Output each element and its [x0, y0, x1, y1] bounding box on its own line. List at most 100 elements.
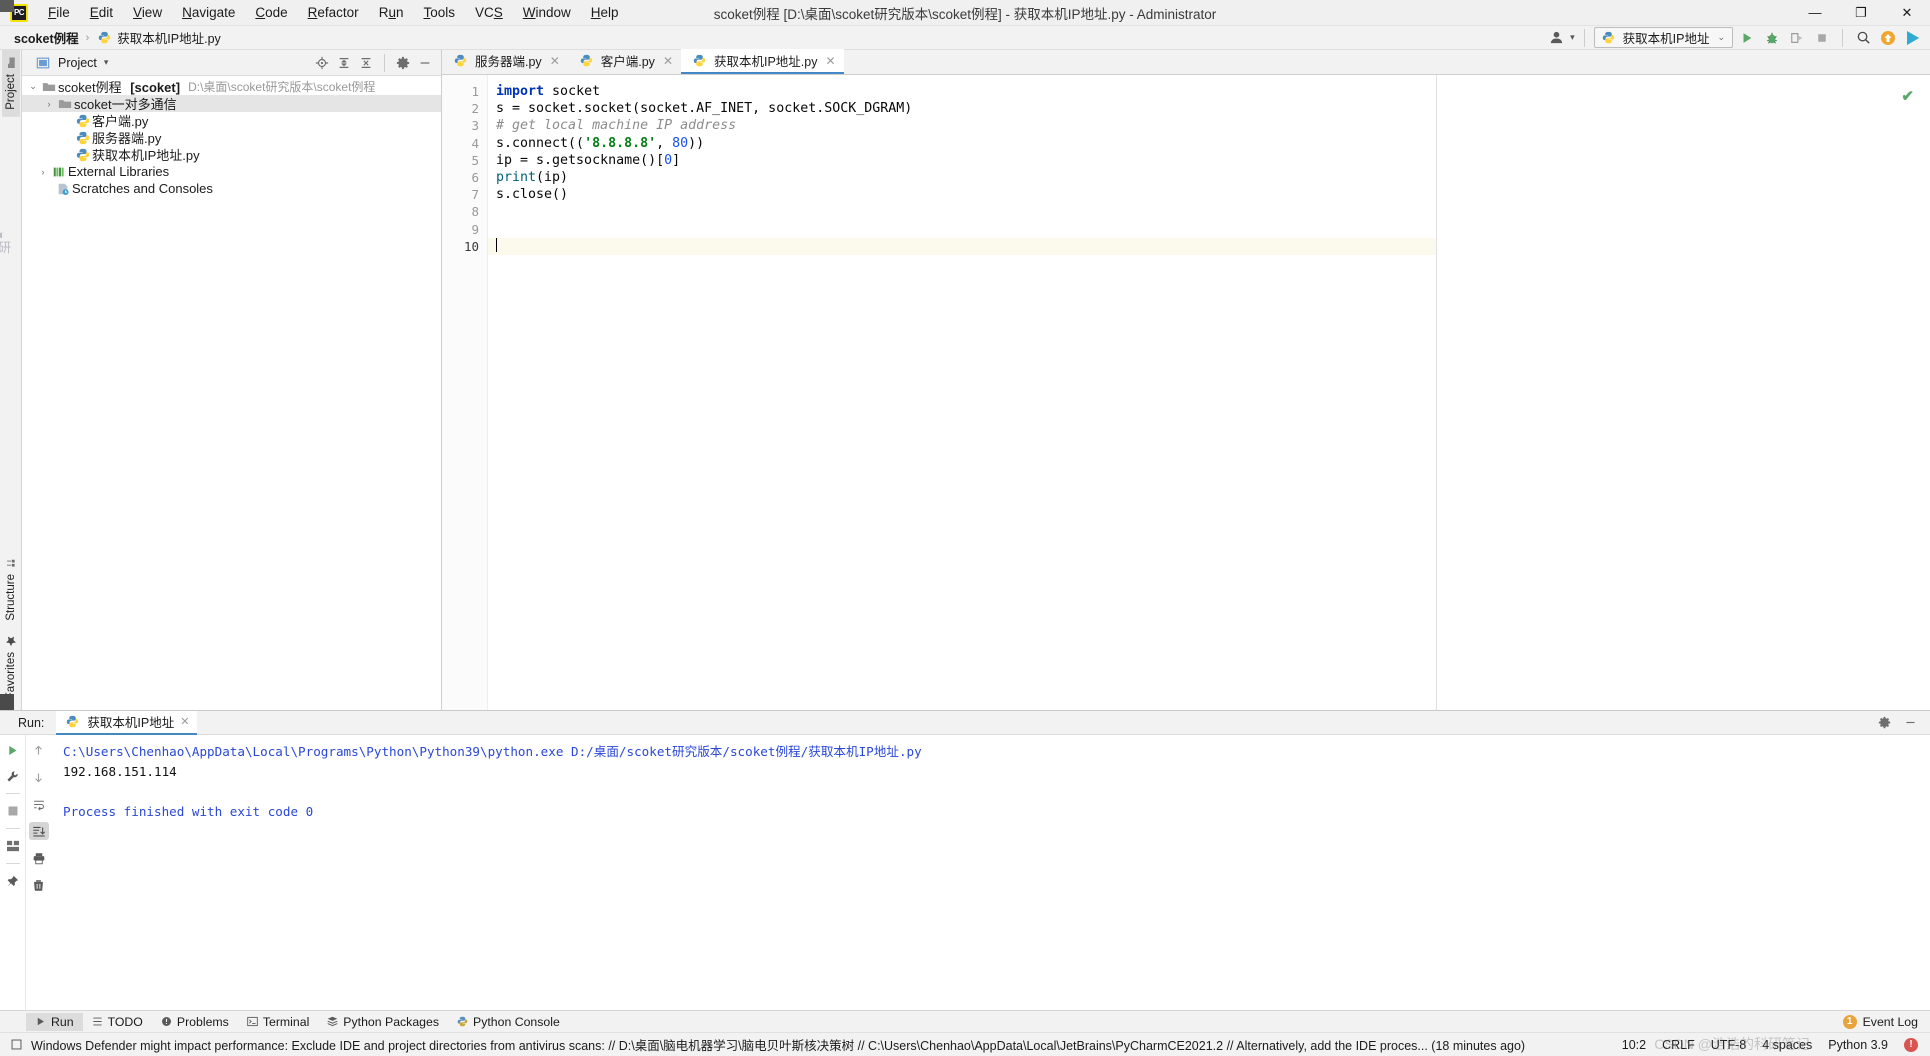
close-icon[interactable]: ✕ [550, 54, 560, 68]
menu-vcs[interactable]: VCS [465, 2, 513, 23]
file-encoding[interactable]: UTF-8 [1711, 1038, 1746, 1052]
account-caret-icon[interactable]: ▾ [1570, 32, 1575, 43]
debug-button[interactable] [1761, 27, 1783, 49]
code-line[interactable]: s = socket.socket(socket.AF_INET, socket… [488, 100, 1436, 117]
up-arrow-icon[interactable] [29, 741, 49, 759]
python-interpreter[interactable]: Python 3.9 [1828, 1038, 1888, 1052]
minimize-button[interactable]: — [1792, 0, 1838, 26]
gear-icon[interactable] [393, 53, 413, 73]
expand-arrow-icon[interactable]: › [42, 99, 56, 109]
editor-tab-server[interactable]: 服务器端.py ✕ [442, 49, 568, 74]
editor-tab-getip[interactable]: 获取本机IP地址.py ✕ [681, 49, 844, 74]
hide-panel-icon[interactable] [1900, 713, 1920, 733]
code-line[interactable] [488, 221, 1436, 238]
code-line[interactable]: s.connect(('8.8.8.8', 80)) [488, 135, 1436, 152]
tree-row[interactable]: 客户端.py [22, 112, 441, 129]
account-icon[interactable] [1545, 27, 1567, 49]
bottom-tab-run[interactable]: Run [26, 1012, 83, 1031]
code-editor[interactable]: import socket s = socket.socket(socket.AF… [488, 75, 1436, 710]
code-line[interactable] [488, 237, 1436, 255]
maximize-button[interactable]: ❐ [1838, 0, 1884, 26]
run-console-output[interactable]: C:\Users\Chenhao\AppData\Local\Programs\… [51, 735, 1930, 1010]
expand-all-icon[interactable] [334, 53, 354, 73]
menu-help[interactable]: Help [581, 2, 629, 23]
line-separator[interactable]: CRLF [1662, 1038, 1695, 1052]
bottom-tab-python-console[interactable]: Python Console [448, 1013, 569, 1031]
breadcrumb-file[interactable]: 获取本机IP地址.py [117, 28, 221, 47]
soft-wrap-icon[interactable] [29, 795, 49, 813]
trash-icon[interactable] [29, 876, 49, 894]
rerun-icon[interactable] [3, 741, 23, 759]
project-caret-icon[interactable]: ▾ [104, 57, 109, 68]
tree-row[interactable]: 服务器端.py [22, 129, 441, 146]
menu-window[interactable]: Window [513, 2, 581, 23]
bottom-tab-todo[interactable]: TODO [83, 1013, 152, 1031]
expand-arrow-icon[interactable]: › [36, 167, 50, 177]
code-line[interactable]: print(ip) [488, 169, 1436, 186]
run-button[interactable] [1736, 27, 1758, 49]
sidebar-item-structure[interactable]: Structure [2, 551, 20, 628]
search-icon[interactable] [1852, 27, 1874, 49]
indent-setting[interactable]: 4 spaces [1762, 1038, 1812, 1052]
breadcrumb-project[interactable]: scoket例程 [14, 28, 79, 47]
caret-position[interactable]: 10:2 [1622, 1038, 1646, 1052]
gear-icon[interactable] [1874, 713, 1894, 733]
main-body: Project ◐ 研 Structure Favorites Project … [0, 49, 1930, 710]
layout-icon[interactable] [3, 837, 23, 855]
tree-row[interactable]: Scratches and Consoles [22, 180, 441, 197]
project-panel-title-group[interactable]: Project ▾ [34, 56, 108, 70]
scroll-to-end-icon[interactable] [28, 822, 49, 840]
collapse-all-icon[interactable] [356, 53, 376, 73]
code-line[interactable]: s.close() [488, 186, 1436, 203]
close-icon[interactable]: ✕ [180, 715, 189, 728]
tree-row[interactable]: ⌄ scoket例程 [scoket] D:\桌面\scoket研究版本\sco… [22, 78, 441, 95]
locate-file-icon[interactable] [312, 53, 332, 73]
menu-edit[interactable]: Edit [80, 2, 123, 23]
down-arrow-icon[interactable] [29, 768, 49, 786]
bottom-tab-problems[interactable]: Problems [152, 1013, 238, 1031]
menu-file[interactable]: File [38, 2, 80, 23]
close-icon[interactable]: ✕ [826, 54, 836, 68]
inspection-ok-icon[interactable]: ✔ [1901, 87, 1914, 105]
menu-tools[interactable]: Tools [413, 2, 465, 23]
stop-button[interactable] [1811, 27, 1833, 49]
play-colored-icon[interactable] [1902, 27, 1924, 49]
pin-icon[interactable] [3, 872, 23, 890]
menu-code[interactable]: Code [245, 2, 297, 23]
code-line[interactable]: import socket [488, 83, 1436, 100]
title-bar: PC File Edit View Navigate Code Refactor… [0, 0, 1930, 26]
bottom-tab-python-packages[interactable]: Python Packages [318, 1013, 448, 1031]
python-file-icon [452, 54, 469, 67]
sidebar-item-project[interactable]: Project [1, 50, 20, 117]
close-button[interactable]: ✕ [1884, 0, 1930, 26]
expand-arrow-icon[interactable]: ⌄ [26, 81, 40, 92]
code-line[interactable]: # get local machine IP address [488, 117, 1436, 134]
event-log-group[interactable]: 1 Event Log [1842, 1014, 1930, 1029]
menu-navigate[interactable]: Navigate [172, 2, 245, 23]
menu-refactor[interactable]: Refactor [298, 2, 369, 23]
update-project-icon[interactable] [1877, 27, 1899, 49]
hide-panel-icon[interactable] [415, 53, 435, 73]
tree-row[interactable]: › External Libraries [22, 163, 441, 180]
chevron-down-icon[interactable]: ⌄ [1717, 32, 1725, 43]
run-panel-tab[interactable]: 获取本机IP地址 ✕ [56, 710, 198, 735]
run-configuration-selector[interactable]: 获取本机IP地址 ⌄ [1593, 27, 1733, 48]
stop-icon[interactable] [3, 802, 23, 820]
code-line[interactable]: ip = s.getsockname()[0] [488, 152, 1436, 169]
menu-view[interactable]: View [123, 2, 172, 23]
menu-run[interactable]: Run [369, 2, 414, 23]
status-message[interactable]: Windows Defender might impact performanc… [31, 1035, 1525, 1054]
bottom-tab-label: TODO [107, 1014, 143, 1029]
navigation-bar: scoket例程 › 获取本机IP地址.py ▾ 获取本机IP地址 ⌄ [0, 26, 1930, 50]
edit-configuration-icon[interactable] [3, 767, 23, 785]
error-indicator-icon[interactable]: ! [1904, 1037, 1918, 1052]
code-line[interactable] [488, 203, 1436, 220]
print-icon[interactable] [29, 849, 49, 867]
editor-tab-client[interactable]: 客户端.py ✕ [568, 49, 681, 74]
bottom-tab-terminal[interactable]: Terminal [238, 1013, 318, 1031]
tree-row[interactable]: 获取本机IP地址.py [22, 146, 441, 163]
run-coverage-button[interactable] [1786, 27, 1808, 49]
status-notification-icon[interactable] [10, 1038, 23, 1051]
tree-row[interactable]: › scoket一对多通信 [22, 95, 441, 112]
close-icon[interactable]: ✕ [663, 54, 673, 68]
